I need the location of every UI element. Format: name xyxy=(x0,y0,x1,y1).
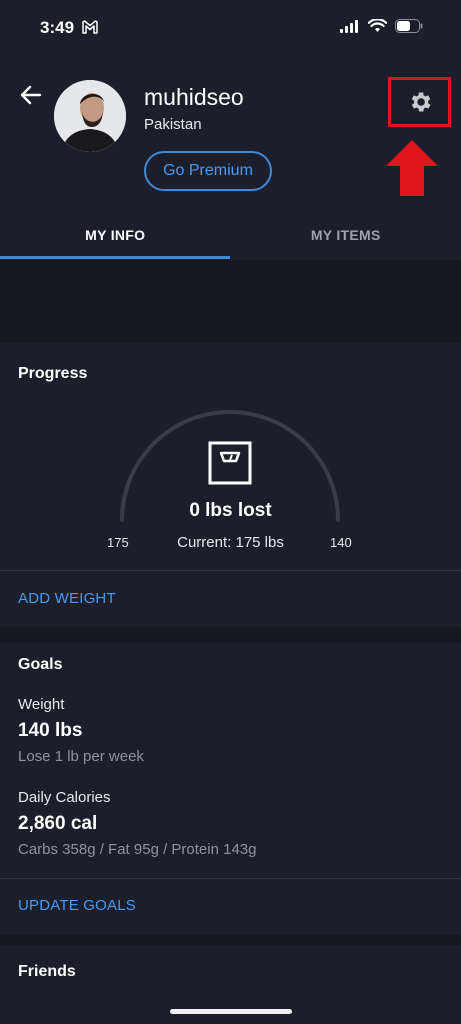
add-weight-button[interactable]: ADD WEIGHT xyxy=(18,590,116,607)
tab-my-items[interactable]: MY ITEMS xyxy=(231,210,461,260)
friends-title: Friends xyxy=(18,963,76,980)
profile-photo xyxy=(54,80,126,152)
tab-bar: MY INFO MY ITEMS xyxy=(0,210,461,260)
go-premium-button[interactable]: Go Premium xyxy=(144,151,272,191)
start-weight-label: 175 xyxy=(107,535,129,550)
calories-goal-label: Daily Calories xyxy=(18,789,111,806)
battery-icon xyxy=(395,19,423,33)
avatar[interactable] xyxy=(54,80,126,152)
user-country: Pakistan xyxy=(144,116,202,133)
weight-goal-rate: Lose 1 lb per week xyxy=(18,748,144,765)
goals-divider xyxy=(0,878,461,879)
back-button[interactable] xyxy=(16,80,46,110)
calories-goal-value: 2,860 cal xyxy=(18,813,98,834)
progress-divider xyxy=(0,570,461,571)
profile-header: muhidseo Pakistan Go Premium MY INFO MY … xyxy=(0,58,461,260)
weight-goal-value: 140 lbs xyxy=(18,720,83,741)
update-goals-button[interactable]: UPDATE GOALS xyxy=(18,897,136,914)
gmail-icon xyxy=(82,20,98,34)
goal-weight-label: 140 xyxy=(330,535,352,550)
weight-goal-label: Weight xyxy=(18,696,65,713)
settings-button[interactable] xyxy=(388,77,451,127)
current-weight-text: Current: 175 lbs xyxy=(177,534,284,551)
status-icons xyxy=(340,19,423,33)
goals-title: Goals xyxy=(18,656,63,673)
wifi-icon xyxy=(368,19,387,32)
status-bar: 3:49 xyxy=(0,0,461,58)
progress-title: Progress xyxy=(18,365,88,382)
macros-breakdown: Carbs 358g / Fat 95g / Protein 143g xyxy=(18,841,257,858)
scale-icon xyxy=(208,441,252,485)
home-indicator xyxy=(170,1009,292,1014)
back-arrow-icon xyxy=(20,85,42,105)
red-arrow-annotation xyxy=(386,140,438,196)
tab-my-info[interactable]: MY INFO xyxy=(0,210,231,260)
gear-icon xyxy=(411,92,431,112)
cellular-signal-icon xyxy=(340,19,358,33)
status-time: 3:49 xyxy=(40,18,75,37)
active-tab-indicator xyxy=(0,256,230,259)
username: muhidseo xyxy=(144,84,244,110)
goals-card: Goals Weight 140 lbs Lose 1 lb per week … xyxy=(0,643,461,935)
weight-lost-text: 0 lbs lost xyxy=(189,500,272,521)
